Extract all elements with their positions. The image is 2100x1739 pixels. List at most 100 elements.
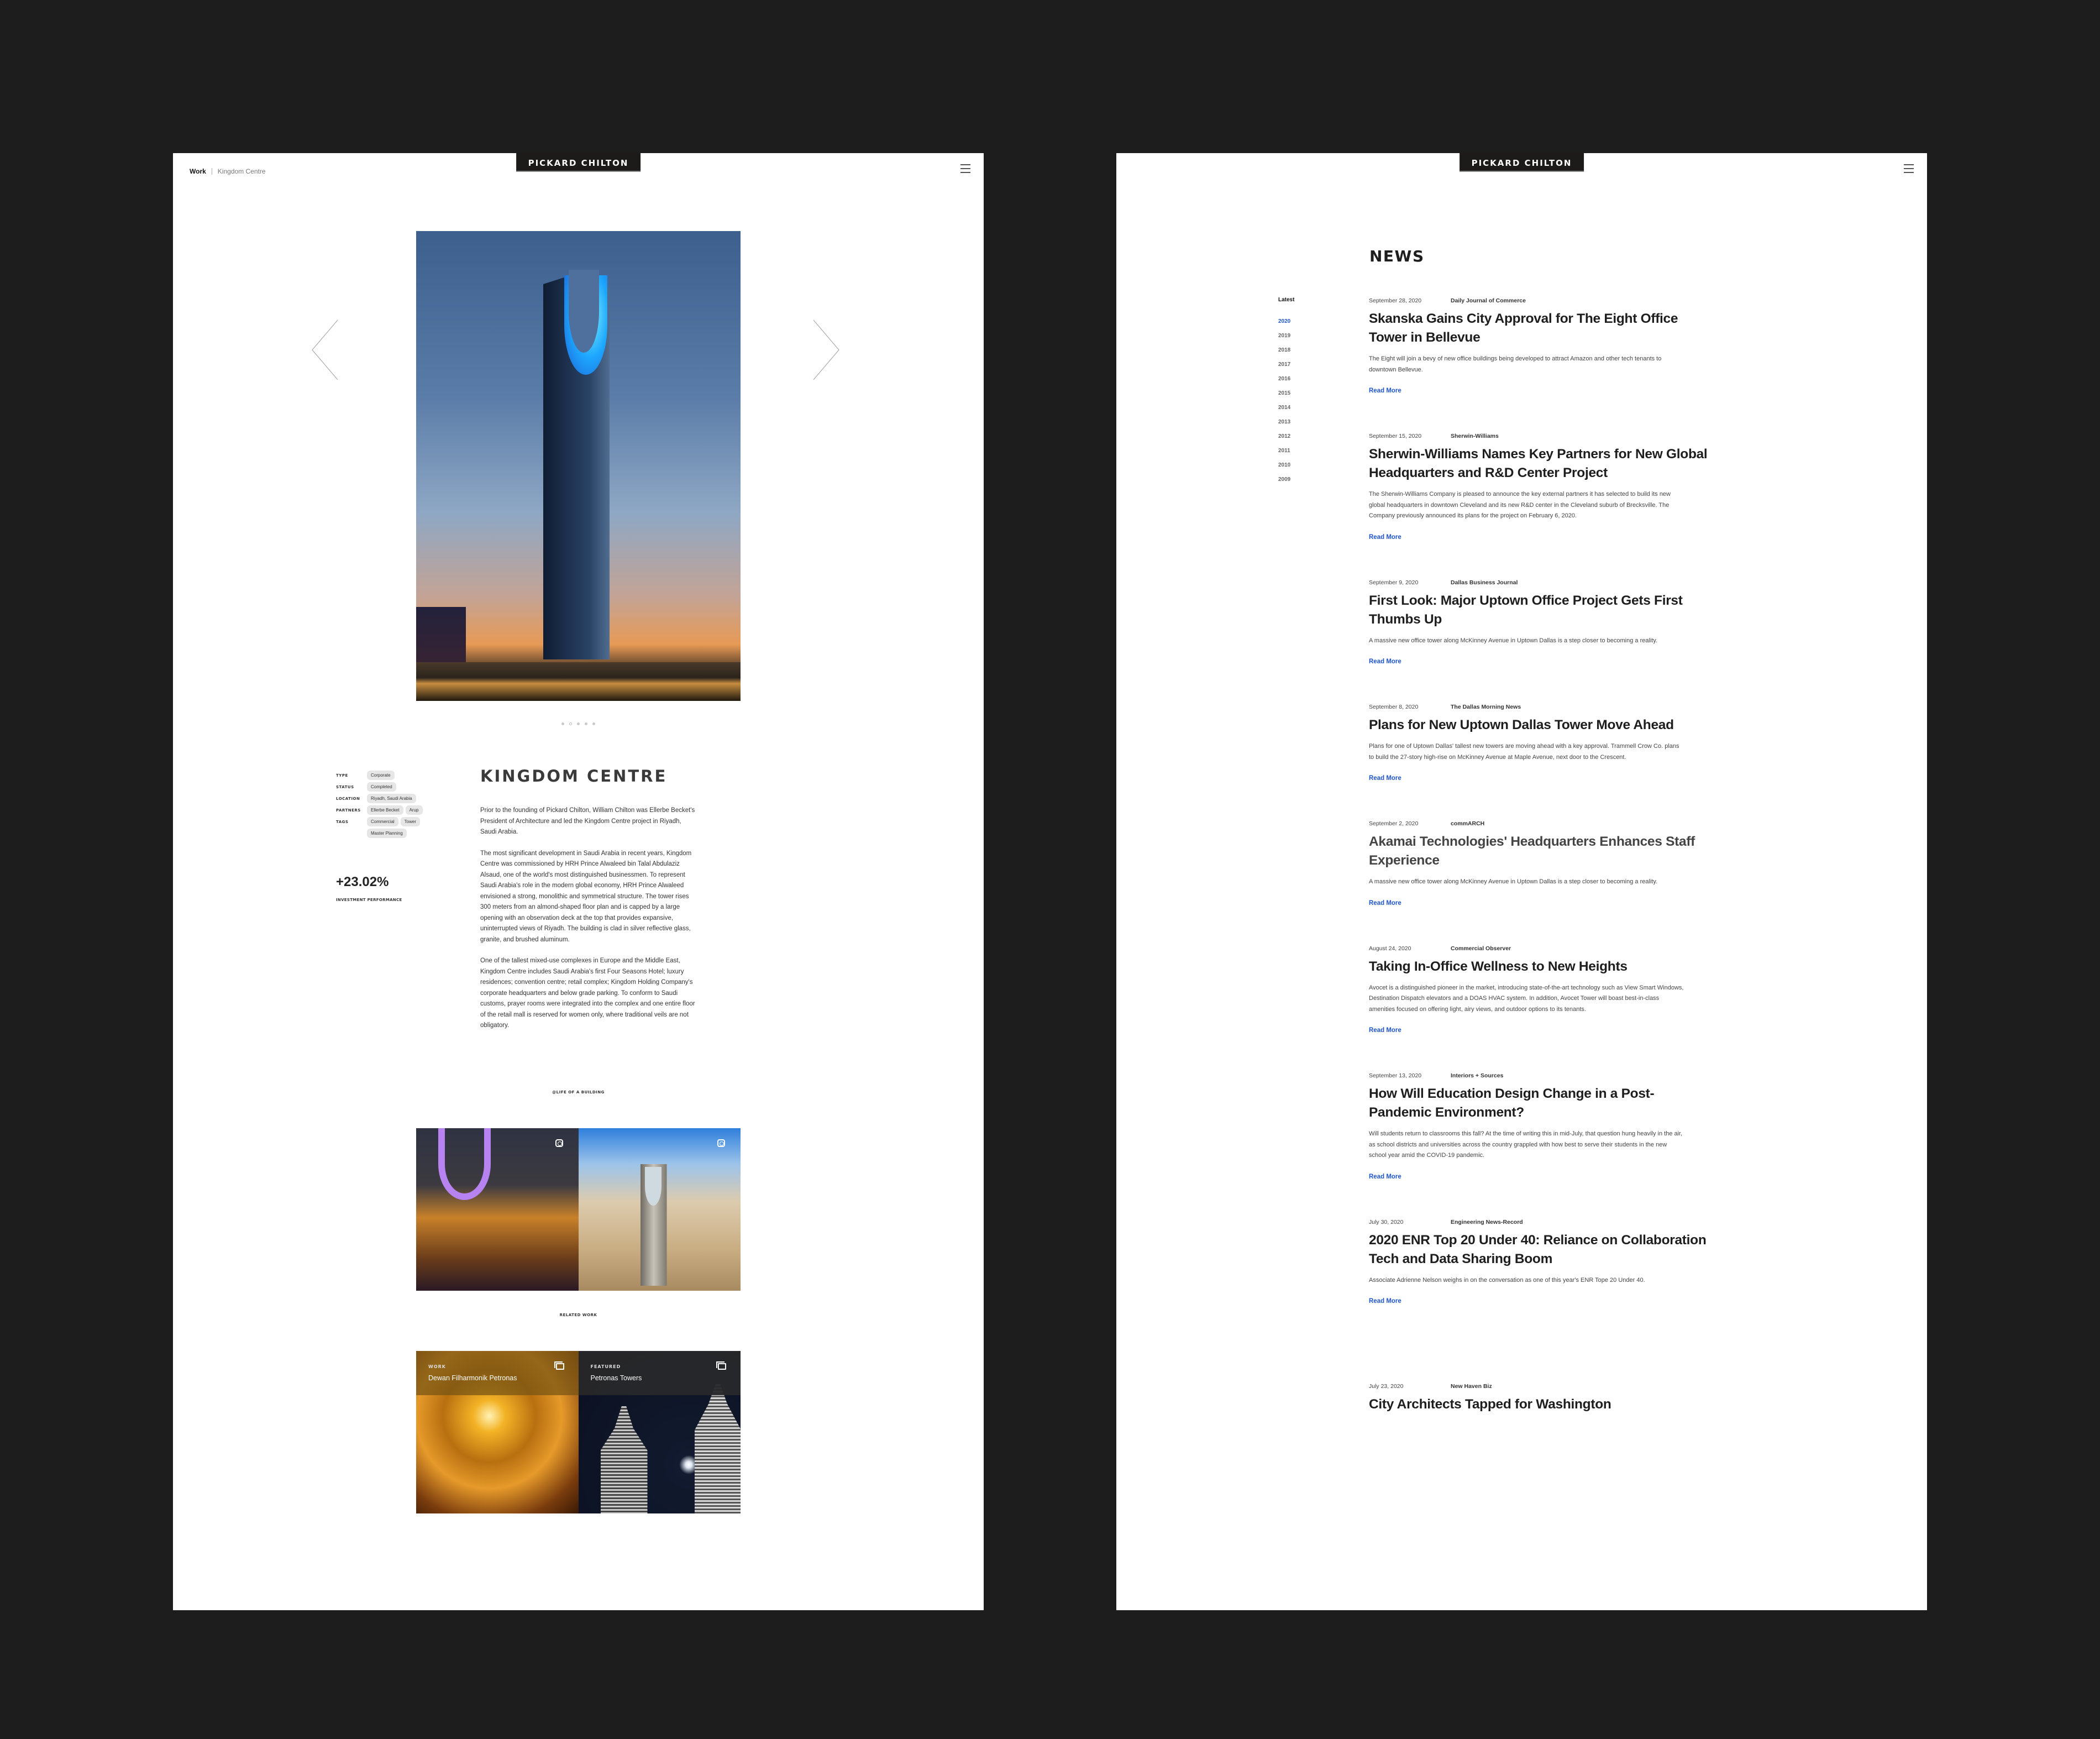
tag-pill[interactable]: Completed [367,782,396,792]
meta-row: STATUS Completed [336,782,439,792]
meta-row: TYPE Corporate [336,771,439,780]
tower-arch-opening [569,270,599,353]
year-filter-item[interactable]: 2019 [1278,333,1294,339]
year-filter-item[interactable]: 2017 [1278,362,1294,368]
related-work-card[interactable]: WORK Dewan Filharmonik Petronas [416,1351,579,1513]
carousel-prev-arrow-icon[interactable] [311,319,339,381]
news-summary: Plans for one of Uptown Dallas' tallest … [1369,743,1679,761]
news-headline[interactable]: Skanska Gains City Approval for The Eigh… [1369,310,1712,347]
news-headline[interactable]: How Will Education Design Change in a Po… [1369,1085,1712,1122]
news-meta: September 15, 2020 Sherwin-Williams [1369,433,1712,439]
read-more-link[interactable]: Read More [1369,1298,1401,1305]
hamburger-menu-icon[interactable] [960,164,970,173]
news-headline[interactable]: Plans for New Uptown Dallas Tower Move A… [1369,716,1712,735]
news-meta: July 30, 2020 Engineering News-Record [1369,1219,1712,1225]
news-meta: September 13, 2020 Interiors + Sources [1369,1072,1712,1079]
news-date: September 15, 2020 [1369,433,1422,439]
meta-tags: Riyadh, Saudi Arabia [367,794,439,803]
year-filter-item[interactable]: 2012 [1278,433,1294,439]
news-meta: July 23, 2020 New Haven Biz [1369,1383,1712,1390]
tag-pill[interactable]: Tower [400,817,421,826]
instagram-post[interactable] [416,1128,579,1291]
hamburger-menu-icon[interactable] [1904,164,1914,173]
read-more-link[interactable]: Read More [1369,775,1401,782]
news-source: Engineering News-Record [1451,1218,1523,1225]
meta-row: LOCATION Riyadh, Saudi Arabia [336,794,439,803]
year-filter-item[interactable]: 2014 [1278,405,1294,411]
news-headline[interactable]: Sherwin-Williams Names Key Partners for … [1369,445,1712,483]
year-filter-item[interactable]: 2015 [1278,390,1294,396]
related-work-card[interactable]: FEATURED Petronas Towers [578,1351,741,1513]
card-category: WORK [428,1364,446,1369]
instagram-post[interactable] [578,1128,741,1291]
year-filter-item[interactable]: 2010 [1278,462,1294,468]
news-headline[interactable]: City Architects Tapped for Washington [1369,1395,1712,1414]
site-logo[interactable]: PICKARD CHILTON [516,153,641,172]
tag-pill[interactable]: Ellerbe Becket [367,805,403,815]
meta-label: LOCATION [336,797,360,801]
carousel-dot[interactable] [561,722,564,725]
year-filter-item[interactable]: 2011 [1278,448,1294,454]
year-filter-item[interactable]: 2013 [1278,419,1294,425]
news-item: September 2, 2020 commARCH Akamai Techno… [1369,820,1712,908]
read-more-link[interactable]: Read More [1369,387,1401,394]
year-filter-item[interactable]: 2009 [1278,476,1294,483]
news-date: September 13, 2020 [1369,1072,1422,1079]
year-filter-item[interactable]: 2018 [1278,347,1294,353]
ground-buildings [416,662,741,701]
news-source: Dallas Business Journal [1451,579,1518,586]
news-item: August 24, 2020 Commercial Observer Taki… [1369,945,1712,1035]
tag-pill[interactable]: Master Planning [367,829,407,838]
year-filter-item[interactable]: 2016 [1278,376,1294,382]
carousel-pagination [173,722,984,725]
gallery-icon [716,1361,726,1370]
read-more-link[interactable]: Read More [1369,1027,1401,1034]
news-headline[interactable]: Akamai Technologies' Headquarters Enhanc… [1369,832,1712,870]
news-date: July 30, 2020 [1369,1218,1404,1225]
news-meta: September 2, 2020 commARCH [1369,820,1712,827]
news-headline[interactable]: Taking In-Office Wellness to New Heights [1369,957,1712,976]
investment-performance-value: +23.02% [336,874,389,889]
news-source: Daily Journal of Commerce [1451,297,1526,304]
meta-tags: Completed [367,782,439,792]
tag-pill[interactable]: Riyadh, Saudi Arabia [367,794,416,803]
tag-pill[interactable]: Arup [405,805,423,815]
read-more-link[interactable]: Read More [1369,1174,1401,1180]
read-more-link[interactable]: Read More [1369,534,1401,541]
meta-row: PARTNERS Ellerbe Becket Arup [336,805,439,815]
breadcrumb-work-link[interactable]: Work [190,167,206,175]
carousel-dot[interactable] [592,722,595,725]
read-more-link[interactable]: Read More [1369,900,1401,907]
tag-pill[interactable]: Corporate [367,771,395,780]
news-headline[interactable]: 2020 ENR Top 20 Under 40: Reliance on Co… [1369,1231,1712,1269]
instagram-icon [717,1139,725,1147]
carousel-dot[interactable] [585,722,587,725]
site-logo[interactable]: PICKARD CHILTON [1459,153,1584,172]
news-item: September 28, 2020 Daily Journal of Comm… [1369,297,1712,395]
project-description: Prior to the founding of Pickard Chilton… [480,805,696,1042]
news-source: commARCH [1451,820,1485,827]
breadcrumb-current: Kingdom Centre [217,167,266,175]
news-source: New Haven Biz [1451,1383,1492,1390]
year-list: 2020 2019 2018 2017 2016 2015 2014 2013 2012 2011… [1278,318,1294,483]
news-date: September 9, 2020 [1369,579,1419,586]
hero-carousel-image[interactable] [416,231,741,701]
news-date: September 2, 2020 [1369,820,1419,827]
year-filter-latest[interactable]: Latest [1278,297,1294,303]
meta-label: TAGS [336,820,349,824]
card-title: Petronas Towers [590,1374,642,1382]
carousel-dot[interactable] [569,722,572,725]
year-filter-item[interactable]: 2020 [1278,318,1294,324]
project-page: PICKARD CHILTON Work Kingdom Centre TYPE… [173,153,984,1610]
carousel-dot[interactable] [577,722,580,725]
news-date: September 28, 2020 [1369,297,1422,304]
tag-pill[interactable]: Commercial [367,817,398,826]
news-headline[interactable]: First Look: Major Uptown Office Project … [1369,591,1712,629]
news-summary: Avocet is a distinguished pioneer in the… [1369,984,1684,1013]
card-title: Dewan Filharmonik Petronas [428,1374,517,1382]
meta-tags: Corporate [367,771,439,780]
carousel-next-arrow-icon[interactable] [812,319,840,381]
tower-arch-opening [644,1167,662,1206]
read-more-link[interactable]: Read More [1369,658,1401,665]
news-meta: September 9, 2020 Dallas Business Journa… [1369,579,1712,586]
